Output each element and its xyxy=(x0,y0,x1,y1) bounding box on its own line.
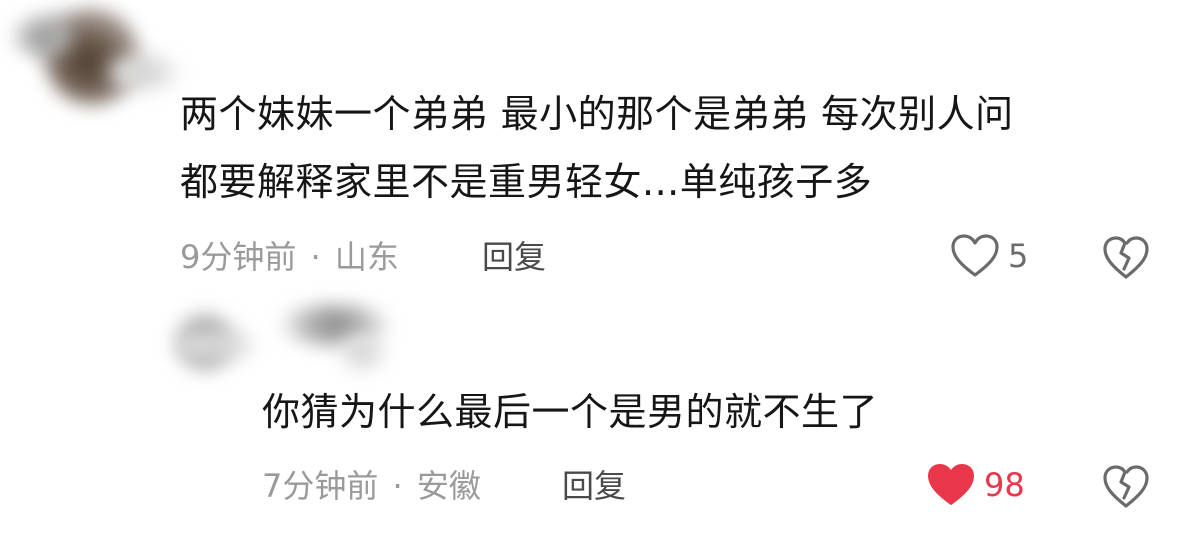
meta-separator: · xyxy=(392,467,403,505)
comment-text-line: 你猜为什么最后一个是男的就不生了 xyxy=(262,390,879,434)
broken-heart-icon[interactable] xyxy=(1102,465,1150,509)
comment-text-line: 两个妹妹一个弟弟 最小的那个是弟弟 每次别人问 xyxy=(180,92,1014,136)
comment-time: 7分钟前 xyxy=(262,467,379,505)
comment-meta: 7分钟前 · 安徽 xyxy=(262,466,481,506)
comment-location: 山东 xyxy=(334,238,399,276)
broken-heart-icon[interactable] xyxy=(1102,236,1150,280)
comment-meta: 9分钟前 · 山东 xyxy=(180,237,399,277)
comment-text-line: 都要解释家里不是重男轻女...单纯孩子多 xyxy=(180,160,873,204)
avatar[interactable] xyxy=(170,300,400,380)
like-button[interactable]: 5 xyxy=(950,234,1028,278)
avatar[interactable] xyxy=(10,0,180,110)
like-count: 5 xyxy=(1008,237,1029,275)
comment-location: 安徽 xyxy=(416,467,481,505)
comment-time: 9分钟前 xyxy=(180,238,297,276)
reply-button[interactable]: 回复 xyxy=(562,466,626,506)
heart-filled-icon xyxy=(928,464,974,505)
meta-separator: · xyxy=(310,238,321,276)
like-count: 98 xyxy=(984,466,1025,504)
reply-button[interactable]: 回复 xyxy=(482,237,546,277)
like-button[interactable]: 98 xyxy=(926,463,1025,507)
heart-outline-icon xyxy=(951,234,999,277)
